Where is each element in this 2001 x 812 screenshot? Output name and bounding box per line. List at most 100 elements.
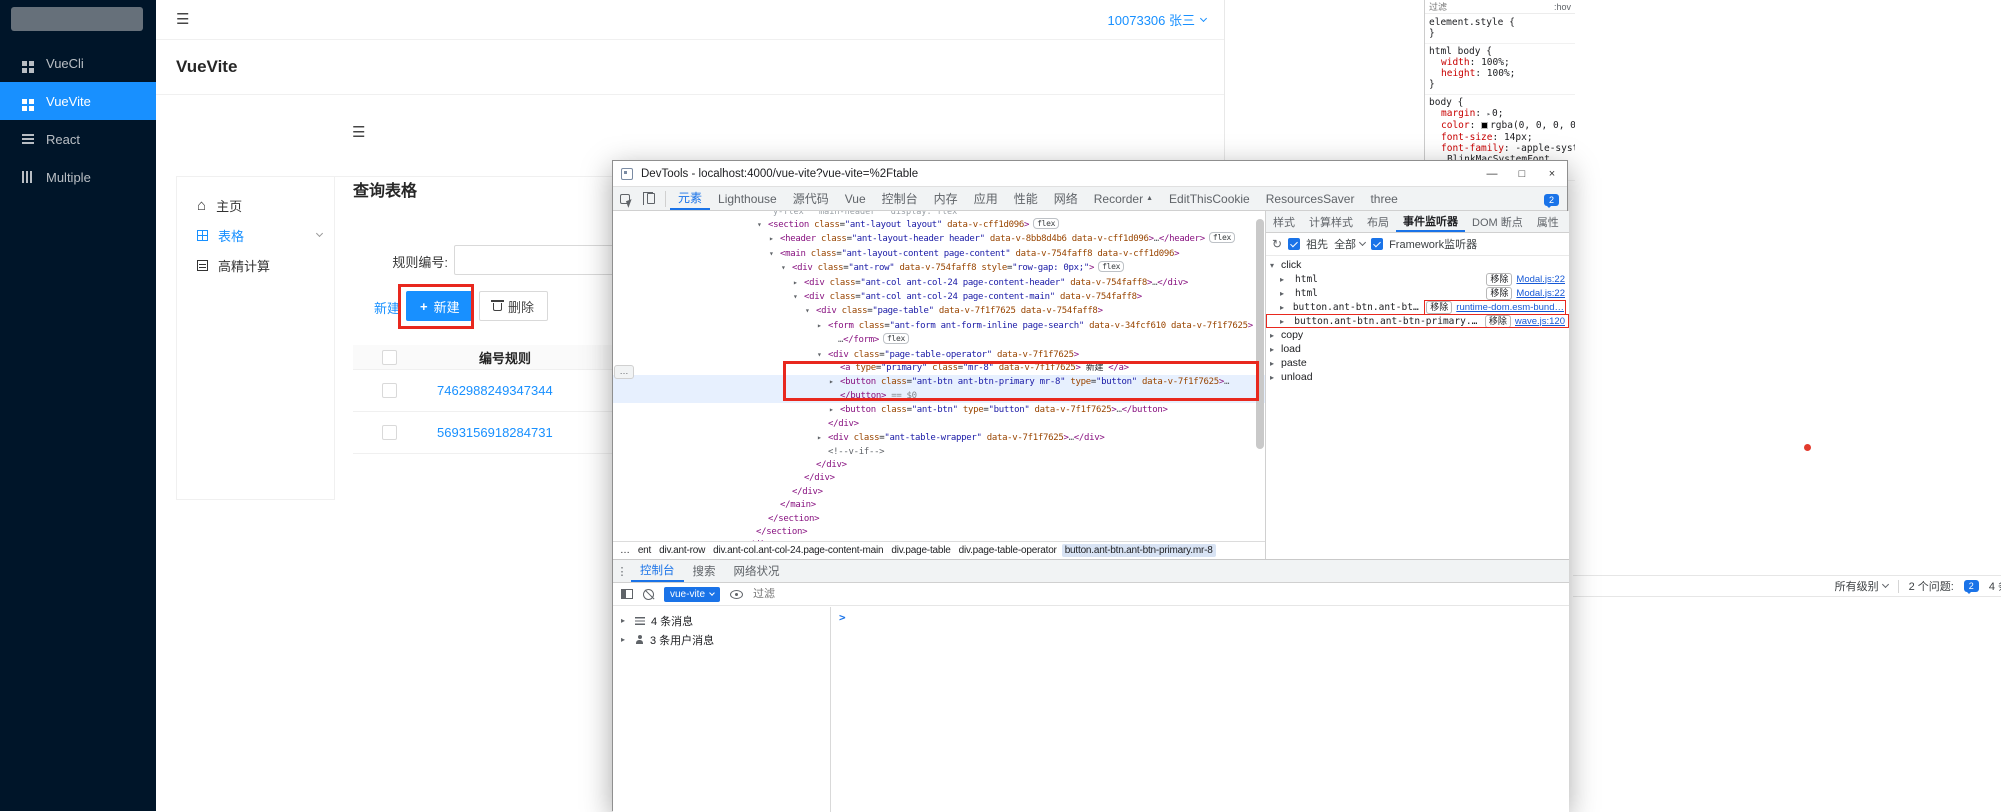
sidebar-item-vuevite[interactable]: VueVite xyxy=(0,82,156,120)
breadcrumb-item[interactable]: div.page-table xyxy=(888,544,953,557)
drawer-tab-控制台[interactable]: 控制台 xyxy=(631,560,684,582)
tab-Vue[interactable]: Vue xyxy=(837,187,874,210)
expand-arrow-icon[interactable]: ▾ xyxy=(805,304,816,317)
tab-源代码[interactable]: 源代码 xyxy=(785,187,837,210)
drawer-tab-搜索[interactable]: 搜索 xyxy=(684,560,725,582)
console-messages-area[interactable]: > xyxy=(831,607,1569,812)
inner-menu-item[interactable]: 高精计算 xyxy=(177,250,334,280)
expand-arrow-icon[interactable]: ▸ xyxy=(817,319,828,332)
inspect-element-icon[interactable] xyxy=(613,187,637,210)
dom-tree-node[interactable]: ▸ <header class="ant-layout-header header… xyxy=(613,232,1265,246)
remove-listener-button[interactable]: 移除 xyxy=(1426,300,1453,314)
dom-tree-node[interactable]: ▾ <section class="ant-layout layout" data… xyxy=(613,218,1265,232)
console-sidebar-toggle-icon[interactable] xyxy=(621,589,633,599)
breadcrumb-item[interactable]: button.ant-btn.ant-btn-primary.mr-8 xyxy=(1061,544,1216,557)
tab-Lighthouse[interactable]: Lighthouse xyxy=(710,187,785,210)
user-menu[interactable]: 10073306 张三 xyxy=(1108,10,1208,29)
row-checkbox[interactable] xyxy=(381,425,397,440)
framework-listeners-checkbox[interactable] xyxy=(1371,238,1384,250)
css-selector[interactable]: body { xyxy=(1429,97,1575,108)
css-property[interactable]: margin: ▸0; xyxy=(1429,108,1575,120)
event-group-load[interactable]: ▸ load xyxy=(1266,342,1569,356)
css-selector[interactable]: html body { xyxy=(1429,46,1575,57)
dom-tree-node[interactable]: ▸ <div class="ant-table-wrapper" data-v-7… xyxy=(613,431,1265,445)
sidebar-item-react[interactable]: React xyxy=(0,120,156,158)
tab-网络[interactable]: 网络 xyxy=(1046,187,1086,210)
devtools-titlebar[interactable]: DevTools - localhost:4000/vue-vite?vue-v… xyxy=(613,161,1567,187)
dom-tree-node[interactable]: <!--v-if--> xyxy=(613,446,1265,459)
dom-tree-node[interactable]: </section> xyxy=(613,513,1265,526)
styles-filter-input[interactable] xyxy=(1429,1,1489,12)
event-group-unload[interactable]: ▸ unload xyxy=(1266,370,1569,384)
dom-tree-node[interactable]: ▸ <button class="ant-btn ant-btn-primary … xyxy=(613,375,1265,390)
live-expression-icon[interactable] xyxy=(730,589,744,599)
expand-arrow-icon[interactable]: ▸ xyxy=(1487,110,1491,118)
remove-listener-button[interactable]: 移除 xyxy=(1484,314,1511,328)
new-button[interactable]: + 新建 xyxy=(406,291,474,321)
console-filter-input[interactable] xyxy=(753,588,914,600)
row-link[interactable]: 7462988249347344 xyxy=(425,383,585,398)
css-property[interactable]: font-family: -apple-syste xyxy=(1429,143,1575,154)
event-listener-row[interactable]: ▸ html 移除 Modal.js:22 xyxy=(1266,286,1569,300)
listener-source-link[interactable]: wave.js:120 xyxy=(1515,316,1565,327)
console-sidebar-item[interactable]: ▸ 4 条消息 xyxy=(613,611,830,630)
inner-menu-fold-icon[interactable]: ☰ xyxy=(352,125,365,140)
color-swatch[interactable] xyxy=(1481,122,1489,130)
dom-tree-node[interactable]: ▸ <div class="ant-col ant-col-24 page-con… xyxy=(613,276,1265,290)
dom-tree-node[interactable]: </div> xyxy=(613,418,1265,431)
expand-arrow-icon[interactable]: ▸ xyxy=(769,232,780,245)
flex-badge[interactable]: flex xyxy=(882,333,910,345)
dom-tree-node[interactable]: ▾ <div class="ant-row" data-v-754faff8 st… xyxy=(613,261,1265,275)
dom-tree-node[interactable]: </section> xyxy=(613,526,1265,539)
dom-tree-node[interactable]: <a type="primary" class="mr-8" data-v-7f… xyxy=(613,362,1265,375)
new-link[interactable]: 新建 xyxy=(374,298,400,317)
css-property[interactable]: font-size: 14px; xyxy=(1429,132,1575,143)
listener-source-link[interactable]: Modal.js:22 xyxy=(1516,274,1565,285)
dom-tree-node[interactable]: ▾ <div class="page-table-operator" data-v… xyxy=(613,348,1265,362)
event-listener-row[interactable]: ▸button.ant-btn.ant-btn-prim…移除runtime-d… xyxy=(1266,299,1569,315)
node-menu-dots[interactable]: … xyxy=(614,365,634,379)
remove-listener-button[interactable]: 移除 xyxy=(1486,272,1513,286)
breadcrumb-item[interactable]: ent xyxy=(635,544,654,557)
event-group-copy[interactable]: ▸ copy xyxy=(1266,328,1569,342)
sidebar-tab-事件监听器[interactable]: 事件监听器 xyxy=(1396,211,1465,232)
issues-badge[interactable]: 2 xyxy=(1963,580,1979,594)
css-property[interactable]: width: 100%; xyxy=(1429,57,1575,68)
breadcrumb-item[interactable]: div.page-table-operator xyxy=(956,544,1060,557)
close-icon[interactable]: × xyxy=(1537,161,1567,186)
css-property[interactable]: height: 100%; xyxy=(1429,68,1575,79)
tab-ResourcesSaver[interactable]: ResourcesSaver xyxy=(1258,187,1363,210)
breadcrumb-item[interactable]: div.ant-row xyxy=(656,544,708,557)
dom-tree-node[interactable]: </main> xyxy=(613,499,1265,512)
event-listener-row[interactable]: ▸ button.ant-btn.ant-btn-primary.mr-8 移除 wa… xyxy=(1266,314,1569,328)
breadcrumb-item[interactable]: div.ant-col.ant-col-24.page-content-main xyxy=(710,544,886,557)
event-category-select[interactable]: 全部 xyxy=(1334,236,1367,252)
expand-arrow-icon[interactable]: ▾ xyxy=(757,218,768,231)
listener-source-link[interactable]: Modal.js:22 xyxy=(1516,288,1565,299)
scrollbar-thumb[interactable] xyxy=(1256,219,1264,449)
expand-arrow-icon[interactable]: ▸ xyxy=(829,403,840,416)
flex-badge[interactable]: flex xyxy=(1033,218,1060,229)
expand-arrow-icon[interactable]: ▸ xyxy=(793,276,804,289)
dom-tree-node[interactable]: </div> xyxy=(613,472,1265,485)
breadcrumb-item[interactable]: … xyxy=(617,544,633,557)
issues-counter-badge[interactable]: 2 xyxy=(1544,193,1559,208)
clear-console-icon[interactable] xyxy=(643,588,654,600)
sidebar-tab-无障碍[interactable]: 无障碍 xyxy=(1566,211,1569,232)
sidebar-tab-属性[interactable]: 属性 xyxy=(1530,211,1566,232)
sidebar-tab-样式[interactable]: 样式 xyxy=(1266,211,1302,232)
dom-tree-node[interactable]: ▾ <div class="ant-col ant-col-24 page-con… xyxy=(613,290,1265,304)
row-checkbox[interactable] xyxy=(381,383,397,398)
listener-source-link[interactable]: runtime-dom.esm-bund… xyxy=(1456,302,1564,313)
dom-tree-node[interactable]: ▾ <main class="ant-layout-content page-co… xyxy=(613,247,1265,261)
css-selector[interactable]: element.style { xyxy=(1429,17,1575,28)
sidebar-tab-布局[interactable]: 布局 xyxy=(1360,211,1396,232)
event-group-click[interactable]: ▾ click xyxy=(1266,258,1569,272)
tab-元素[interactable]: 元素 xyxy=(670,187,711,210)
tab-内存[interactable]: 内存 xyxy=(926,187,966,210)
ancestors-checkbox[interactable] xyxy=(1288,238,1301,250)
dom-tree-node[interactable]: …</form> flex xyxy=(613,333,1265,347)
sidebar-item-multiple[interactable]: Multiple xyxy=(0,158,156,196)
event-group-paste[interactable]: ▸ paste xyxy=(1266,356,1569,370)
drawer-tab-网络状况[interactable]: 网络状况 xyxy=(725,560,789,582)
